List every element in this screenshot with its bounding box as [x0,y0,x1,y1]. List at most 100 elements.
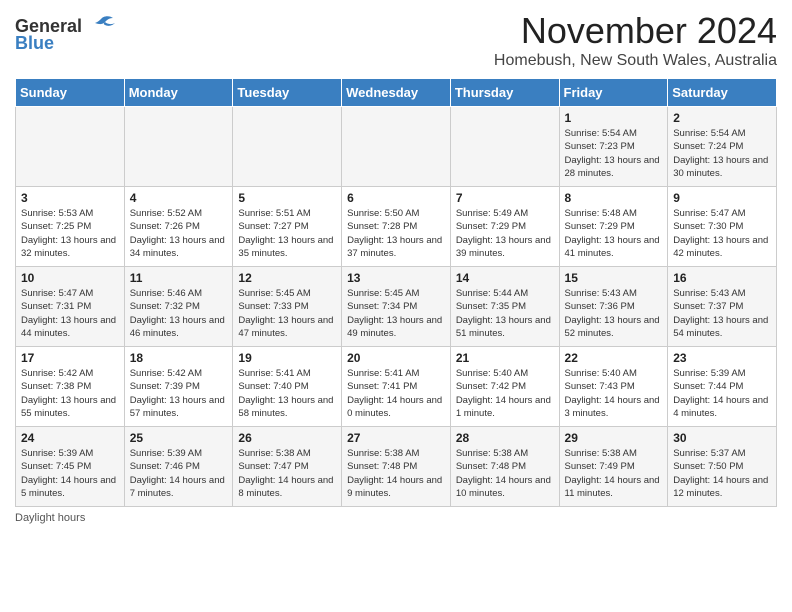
calendar-cell: 5 Sunrise: 5:51 AM Sunset: 7:27 PM Daylig… [233,187,342,267]
day-info: Sunrise: 5:38 AM Sunset: 7:47 PM Dayligh… [238,447,336,500]
calendar-cell: 4 Sunrise: 5:52 AM Sunset: 7:26 PM Daylig… [124,187,233,267]
day-info: Sunrise: 5:47 AM Sunset: 7:31 PM Dayligh… [21,287,119,340]
day-info: Sunrise: 5:47 AM Sunset: 7:30 PM Dayligh… [673,207,771,260]
day-info: Sunrise: 5:45 AM Sunset: 7:33 PM Dayligh… [238,287,336,340]
day-info: Sunrise: 5:43 AM Sunset: 7:36 PM Dayligh… [565,287,663,340]
calendar-cell: 30Sunrise: 5:37 AM Sunset: 7:50 PM Dayli… [668,427,777,507]
calendar-cell: 20 Sunrise: 5:41 AM Sunset: 7:41 PM Dayli… [342,347,451,427]
calendar-header-row: SundayMondayTuesdayWednesdayThursdayFrid… [16,79,777,107]
day-number: 25 [130,431,228,445]
calendar-cell: 26 Sunrise: 5:38 AM Sunset: 7:47 PM Dayli… [233,427,342,507]
day-number: 12 [238,271,336,285]
day-number: 17 [21,351,119,365]
day-number: 5 [238,191,336,205]
day-info: Sunrise: 5:40 AM Sunset: 7:42 PM Dayligh… [456,367,554,420]
day-number: 3 [21,191,119,205]
col-header-monday: Monday [124,79,233,107]
calendar-week-2: 3 Sunrise: 5:53 AM Sunset: 7:25 PM Daylig… [16,187,777,267]
day-info: Sunrise: 5:42 AM Sunset: 7:38 PM Dayligh… [21,367,119,420]
col-header-saturday: Saturday [668,79,777,107]
day-info: Sunrise: 5:49 AM Sunset: 7:29 PM Dayligh… [456,207,554,260]
calendar-cell: 27 Sunrise: 5:38 AM Sunset: 7:48 PM Dayli… [342,427,451,507]
day-info: Sunrise: 5:42 AM Sunset: 7:39 PM Dayligh… [130,367,228,420]
day-info: Sunrise: 5:50 AM Sunset: 7:28 PM Dayligh… [347,207,445,260]
day-number: 15 [565,271,663,285]
calendar-cell: 15 Sunrise: 5:43 AM Sunset: 7:36 PM Dayli… [559,267,668,347]
day-info: Sunrise: 5:39 AM Sunset: 7:45 PM Dayligh… [21,447,119,500]
day-number: 6 [347,191,445,205]
day-number: 27 [347,431,445,445]
day-number: 11 [130,271,228,285]
day-number: 24 [21,431,119,445]
day-number: 16 [673,271,771,285]
day-info: Sunrise: 5:39 AM Sunset: 7:46 PM Dayligh… [130,447,228,500]
day-info: Sunrise: 5:52 AM Sunset: 7:26 PM Dayligh… [130,207,228,260]
footer: Daylight hours [15,512,777,524]
calendar-cell [342,107,451,187]
calendar-cell: 3 Sunrise: 5:53 AM Sunset: 7:25 PM Daylig… [16,187,125,267]
calendar-cell [16,107,125,187]
day-info: Sunrise: 5:44 AM Sunset: 7:35 PM Dayligh… [456,287,554,340]
day-info: Sunrise: 5:51 AM Sunset: 7:27 PM Dayligh… [238,207,336,260]
calendar-cell: 22 Sunrise: 5:40 AM Sunset: 7:43 PM Dayli… [559,347,668,427]
day-number: 10 [21,271,119,285]
day-info: Sunrise: 5:38 AM Sunset: 7:48 PM Dayligh… [347,447,445,500]
calendar-week-1: 1Sunrise: 5:54 AM Sunset: 7:23 PM Daylig… [16,107,777,187]
day-number: 7 [456,191,554,205]
col-header-tuesday: Tuesday [233,79,342,107]
day-number: 8 [565,191,663,205]
logo-bird-icon [85,15,117,37]
location-subtitle: Homebush, New South Wales, Australia [494,52,777,70]
day-info: Sunrise: 5:54 AM Sunset: 7:23 PM Dayligh… [565,127,663,180]
day-info: Sunrise: 5:38 AM Sunset: 7:48 PM Dayligh… [456,447,554,500]
daylight-hours-label: Daylight hours [15,512,85,524]
calendar-week-4: 17 Sunrise: 5:42 AM Sunset: 7:38 PM Dayli… [16,347,777,427]
calendar-cell: 16 Sunrise: 5:43 AM Sunset: 7:37 PM Dayli… [668,267,777,347]
calendar-cell: 23Sunrise: 5:39 AM Sunset: 7:44 PM Dayli… [668,347,777,427]
day-number: 14 [456,271,554,285]
day-number: 23 [673,351,771,365]
day-number: 13 [347,271,445,285]
title-section: November 2024 Homebush, New South Wales,… [494,10,777,70]
calendar-cell: 24 Sunrise: 5:39 AM Sunset: 7:45 PM Dayli… [16,427,125,507]
calendar-cell: 1Sunrise: 5:54 AM Sunset: 7:23 PM Daylig… [559,107,668,187]
calendar-cell: 2 Sunrise: 5:54 AM Sunset: 7:24 PM Daylig… [668,107,777,187]
calendar-cell: 25 Sunrise: 5:39 AM Sunset: 7:46 PM Dayli… [124,427,233,507]
calendar-cell: 18Sunrise: 5:42 AM Sunset: 7:39 PM Dayli… [124,347,233,427]
col-header-friday: Friday [559,79,668,107]
calendar-cell: 19Sunrise: 5:41 AM Sunset: 7:40 PM Dayli… [233,347,342,427]
day-info: Sunrise: 5:53 AM Sunset: 7:25 PM Dayligh… [21,207,119,260]
col-header-sunday: Sunday [16,79,125,107]
calendar-cell: 17 Sunrise: 5:42 AM Sunset: 7:38 PM Dayli… [16,347,125,427]
day-info: Sunrise: 5:41 AM Sunset: 7:40 PM Dayligh… [238,367,336,420]
calendar-cell [233,107,342,187]
calendar-cell: 21Sunrise: 5:40 AM Sunset: 7:42 PM Dayli… [450,347,559,427]
day-info: Sunrise: 5:43 AM Sunset: 7:37 PM Dayligh… [673,287,771,340]
day-info: Sunrise: 5:38 AM Sunset: 7:49 PM Dayligh… [565,447,663,500]
day-number: 2 [673,111,771,125]
calendar-cell: 7 Sunrise: 5:49 AM Sunset: 7:29 PM Daylig… [450,187,559,267]
day-info: Sunrise: 5:46 AM Sunset: 7:32 PM Dayligh… [130,287,228,340]
calendar-cell [450,107,559,187]
day-info: Sunrise: 5:45 AM Sunset: 7:34 PM Dayligh… [347,287,445,340]
day-number: 20 [347,351,445,365]
calendar-table: SundayMondayTuesdayWednesdayThursdayFrid… [15,78,777,507]
day-info: Sunrise: 5:48 AM Sunset: 7:29 PM Dayligh… [565,207,663,260]
col-header-wednesday: Wednesday [342,79,451,107]
calendar-cell: 11 Sunrise: 5:46 AM Sunset: 7:32 PM Dayli… [124,267,233,347]
logo-blue-text: Blue [15,33,54,54]
day-info: Sunrise: 5:54 AM Sunset: 7:24 PM Dayligh… [673,127,771,180]
day-number: 4 [130,191,228,205]
day-number: 30 [673,431,771,445]
logo: General Blue [15,15,117,54]
calendar-cell: 10 Sunrise: 5:47 AM Sunset: 7:31 PM Dayli… [16,267,125,347]
day-info: Sunrise: 5:40 AM Sunset: 7:43 PM Dayligh… [565,367,663,420]
calendar-cell: 9Sunrise: 5:47 AM Sunset: 7:30 PM Daylig… [668,187,777,267]
day-info: Sunrise: 5:41 AM Sunset: 7:41 PM Dayligh… [347,367,445,420]
calendar-cell: 12 Sunrise: 5:45 AM Sunset: 7:33 PM Dayli… [233,267,342,347]
calendar-cell [124,107,233,187]
calendar-week-5: 24 Sunrise: 5:39 AM Sunset: 7:45 PM Dayli… [16,427,777,507]
day-number: 26 [238,431,336,445]
month-title: November 2024 [494,10,777,52]
day-number: 22 [565,351,663,365]
